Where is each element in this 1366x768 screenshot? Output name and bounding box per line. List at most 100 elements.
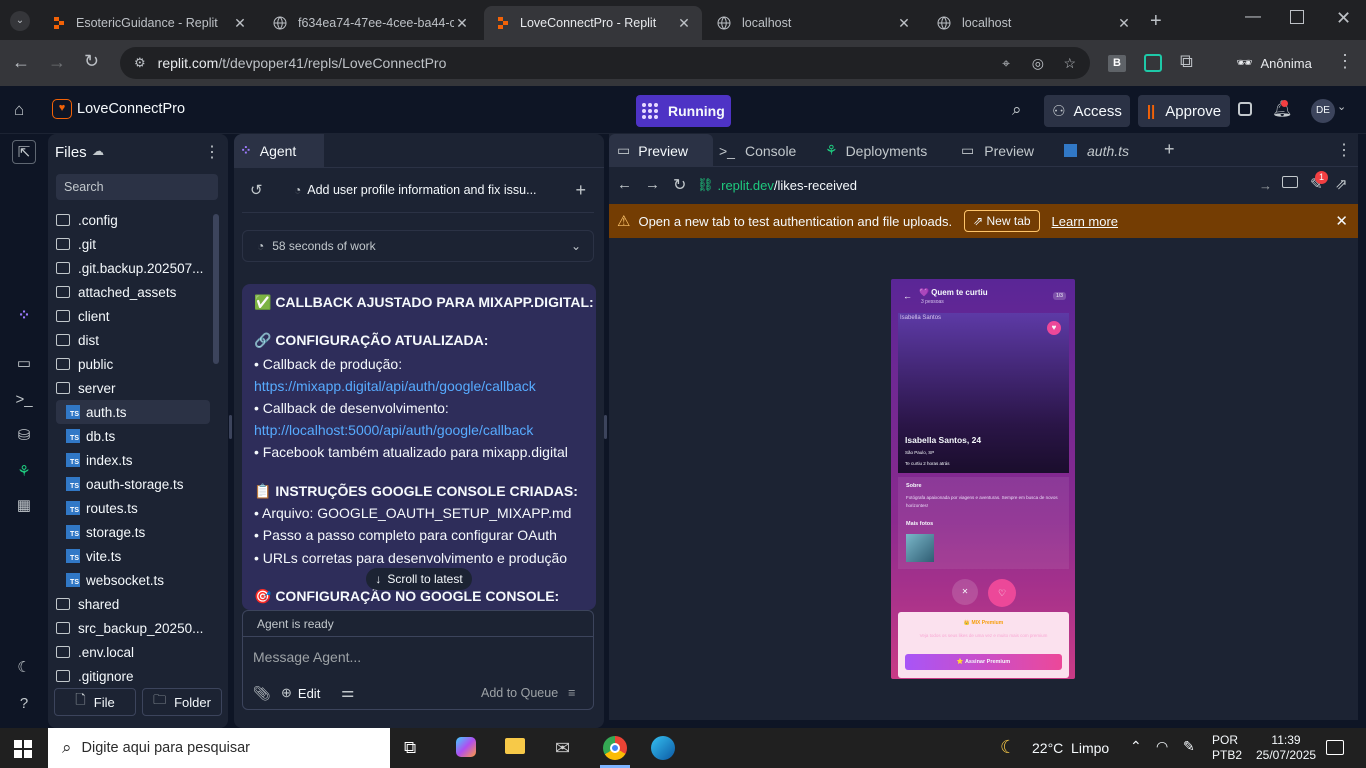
close-icon[interactable]: ✕	[676, 15, 692, 32]
tab-deployments[interactable]: ⚘ Deployments	[825, 134, 927, 167]
eye-off-icon[interactable]: ◎	[1032, 55, 1044, 72]
file-tree-item[interactable]: TS vite.ts	[56, 544, 210, 568]
file-tree-item[interactable]: TS auth.ts	[56, 400, 210, 424]
add-tab-plus-icon[interactable]: +	[1164, 139, 1175, 160]
close-icon[interactable]: ✕	[1335, 212, 1348, 230]
panel-resize-handle[interactable]	[604, 415, 607, 439]
close-icon[interactable]: ✕	[232, 15, 248, 32]
file-tree-item[interactable]: .env.local	[56, 640, 210, 664]
new-file-button[interactable]: 🗋 File	[54, 688, 136, 716]
message-link[interactable]: http://localhost:5000/api/auth/google/ca…	[254, 422, 533, 438]
search-icon[interactable]: ⌕	[1012, 100, 1022, 120]
more-vertical-icon[interactable]: ⋮	[204, 142, 220, 162]
devices-icon[interactable]	[1282, 176, 1298, 188]
file-tree-item[interactable]: server	[56, 376, 210, 400]
chevron-down-icon[interactable]: ⌄	[1337, 100, 1346, 113]
file-tree-item[interactable]: .gitignore	[56, 664, 210, 688]
new-thread-plus-icon[interactable]: +	[575, 180, 586, 201]
weather-text[interactable]: 22°C Limpo	[1032, 740, 1109, 756]
forward-arrow-icon[interactable]: →	[645, 176, 660, 193]
file-tree-item[interactable]: .git	[56, 232, 210, 256]
subscribe-premium-button[interactable]: ⭐ Assinar Premium	[905, 654, 1062, 670]
mail-icon[interactable]: ✉	[555, 738, 570, 759]
app-back-arrow-icon[interactable]: ←	[903, 291, 912, 301]
file-explorer-icon[interactable]	[505, 738, 525, 754]
like-heart-icon[interactable]: ♥	[1047, 321, 1061, 335]
back-arrow-icon[interactable]: ←	[617, 176, 632, 193]
edge-icon[interactable]	[651, 736, 675, 760]
edit-button[interactable]: ⊕ Edit	[281, 685, 320, 701]
more-vertical-icon[interactable]: ⋮	[1336, 51, 1354, 72]
tab-agent[interactable]: ⁘ Agent	[234, 134, 324, 167]
agent-dots-icon[interactable]: ⁘	[12, 304, 36, 328]
new-folder-button[interactable]: 🗀 Folder	[142, 688, 222, 716]
forward-arrow-icon[interactable]: →	[48, 52, 66, 73]
file-tree-item[interactable]: TS storage.ts	[56, 520, 210, 544]
history-icon[interactable]: ↺	[250, 181, 280, 199]
tab-search-icon[interactable]: ⌄	[10, 11, 30, 31]
message-link[interactable]: https://mixapp.digital/api/auth/google/c…	[254, 378, 536, 394]
close-icon[interactable]: ✕	[896, 15, 912, 32]
avatar[interactable]: DE	[1311, 99, 1335, 123]
open-new-tab-icon[interactable]: ⇗	[1335, 175, 1348, 193]
minimize-icon[interactable]: —	[1245, 8, 1261, 26]
home-icon[interactable]: ⌂	[14, 100, 24, 120]
go-arrow-icon[interactable]: →	[1259, 178, 1272, 193]
file-tree-item[interactable]: shared	[56, 592, 210, 616]
preview-url-bar[interactable]: ⛓ .replit.dev/likes-received →	[697, 172, 1272, 198]
file-tree-item[interactable]: TS websocket.ts	[56, 568, 210, 592]
file-tree-scrollbar[interactable]	[213, 214, 219, 364]
access-button[interactable]: ⚇ Access	[1044, 95, 1130, 127]
more-vertical-icon[interactable]: ⋮	[1336, 140, 1352, 160]
extension-b-icon[interactable]: B	[1108, 55, 1126, 72]
tab-preview-2[interactable]: ▭ Preview	[961, 134, 1034, 167]
file-tree-item[interactable]: dist	[56, 328, 210, 352]
pass-button[interactable]: ✕	[952, 579, 978, 605]
tab-auth-ts[interactable]: auth.ts	[1064, 134, 1129, 167]
file-tree-item[interactable]: TS db.ts	[56, 424, 210, 448]
all-tools-icon[interactable]: ▦	[12, 494, 36, 518]
file-tree-item[interactable]: src_backup_20250...	[56, 616, 210, 640]
notifications-center-icon[interactable]	[1326, 740, 1344, 755]
deployments-icon[interactable]: ⚘	[12, 460, 36, 484]
incognito-profile[interactable]: 🕶 Anônima	[1228, 49, 1338, 77]
tray-chevron-up-icon[interactable]: ⌃	[1130, 738, 1142, 755]
chrome-icon[interactable]	[603, 736, 627, 760]
location-icon[interactable]: ⌖	[1002, 55, 1010, 72]
close-icon[interactable]: ✕	[1116, 15, 1132, 32]
reload-icon[interactable]: ↻	[673, 175, 686, 195]
clock[interactable]: 11:39 25/07/2025	[1256, 733, 1316, 763]
run-status-button[interactable]: Running	[636, 95, 731, 127]
copilot-icon[interactable]	[456, 737, 476, 757]
tab-preview[interactable]: ▭ Preview	[609, 134, 713, 167]
panel-resize-handle[interactable]	[229, 415, 232, 439]
message-agent-input[interactable]: Message Agent...	[253, 649, 583, 665]
file-tree-item[interactable]: TS index.ts	[56, 448, 210, 472]
browser-tab-4[interactable]: localhost ✕	[706, 6, 922, 40]
reload-icon[interactable]: ↻	[84, 51, 99, 72]
site-info-icon[interactable]: ⚙	[134, 55, 146, 71]
attach-paperclip-icon[interactable]: 📎︎	[253, 685, 271, 702]
file-tree-item[interactable]: public	[56, 352, 210, 376]
browser-tab-3[interactable]: LoveConnectPro - Replit ✕	[484, 6, 702, 40]
taskbar-search-box[interactable]: ⌕ Digite aqui para pesquisar	[48, 728, 390, 768]
task-view-icon[interactable]: ⧉	[404, 738, 416, 758]
file-tree-item[interactable]: TS routes.ts	[56, 496, 210, 520]
database-icon[interactable]: ⛁	[12, 424, 36, 448]
thread-title[interactable]: Add user profile information and fix iss…	[307, 183, 536, 197]
add-to-queue-button[interactable]: Add to Queue ≡	[481, 686, 575, 700]
close-icon[interactable]: ✕	[454, 15, 470, 32]
learn-more-link[interactable]: Learn more	[1052, 214, 1118, 229]
back-arrow-icon[interactable]: ←	[12, 52, 30, 73]
profile-photo[interactable]: Isabella Santos ♥ Isabella Santos, 24 Sã…	[898, 313, 1069, 473]
network-icon[interactable]: ◠	[1156, 738, 1168, 755]
work-summary[interactable]: ◔ 58 seconds of work ⌄	[242, 230, 594, 262]
approve-button[interactable]: || Approve	[1138, 95, 1230, 127]
browser-tab-1[interactable]: EsotericGuidance - Replit ✕	[40, 6, 258, 40]
input-language[interactable]: POR PTB2	[1212, 733, 1242, 763]
extensions-puzzle-icon[interactable]: ⧉	[1180, 51, 1193, 72]
toggle-sidebar-icon[interactable]: ⇱	[12, 140, 36, 164]
file-tree-item[interactable]: client	[56, 304, 210, 328]
pen-icon[interactable]: ✎	[1183, 738, 1195, 755]
scroll-to-latest-button[interactable]: ↓ Scroll to latest	[366, 568, 472, 590]
